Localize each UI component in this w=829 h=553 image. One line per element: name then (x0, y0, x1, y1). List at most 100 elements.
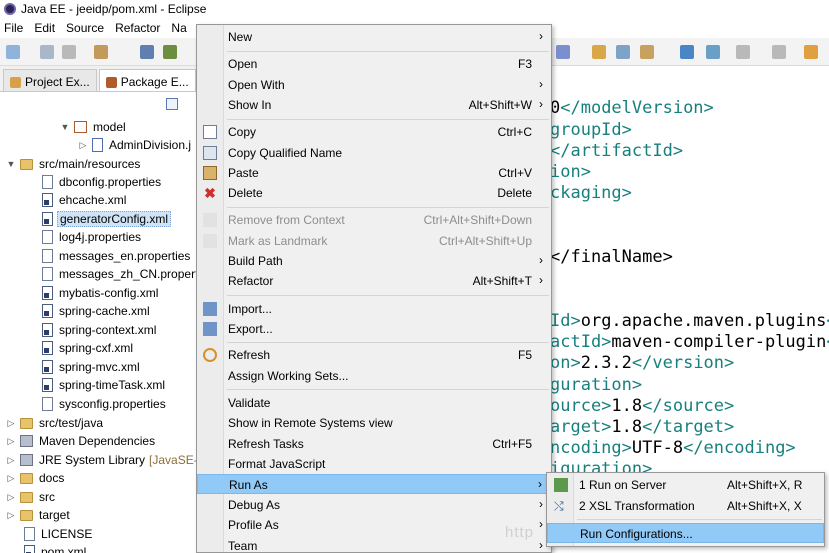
run-as-submenu: 1 Run on Server Alt+Shift+X, R ⤭ 2 XSL T… (546, 472, 825, 547)
tree-item[interactable]: ▷ src/test/java (6, 414, 105, 432)
menu-item-copy[interactable]: Copy Ctrl+C (197, 122, 551, 142)
new-icon[interactable] (6, 45, 20, 59)
menu-item-format-javascript[interactable]: Format JavaScript (197, 454, 551, 474)
menu-item-run-as[interactable]: Run As › (197, 474, 551, 494)
menu-item-paste[interactable]: Paste Ctrl+V (197, 163, 551, 183)
tab-package-explorer[interactable]: Package E... (98, 69, 196, 91)
menu-item-delete[interactable]: ✖ Delete Delete (197, 183, 551, 203)
server-icon[interactable] (556, 45, 570, 59)
tree-item[interactable]: sysconfig.properties (42, 395, 168, 413)
tree-item[interactable]: messages_en.properties (42, 247, 192, 265)
menu-item-open[interactable]: Open F3 (197, 54, 551, 74)
menu-source[interactable]: Source (66, 21, 104, 35)
menu-item-new[interactable]: New › (197, 27, 551, 47)
menu-item-team[interactable]: Team › (197, 536, 551, 553)
navigate-back-icon[interactable] (736, 45, 750, 59)
chevron-right-icon[interactable]: ▷ (6, 473, 16, 484)
properties-file-icon (42, 397, 53, 411)
arrow-left-icon[interactable] (804, 45, 818, 59)
submenu-item-run-configurations[interactable]: Run Configurations... (547, 523, 824, 543)
save-icon[interactable] (40, 45, 54, 59)
menu-file[interactable]: File (4, 21, 23, 35)
tree-item[interactable]: ehcache.xml (42, 191, 128, 209)
perspective-icon[interactable] (706, 45, 720, 59)
menu-item-copy-qualified-name[interactable]: Copy Qualified Name (197, 143, 551, 163)
xml-file-icon (42, 212, 53, 226)
tree-item[interactable]: spring-cache.xml (42, 302, 152, 320)
tree-item[interactable]: ▼ src/main/resources (6, 155, 142, 173)
menu-refactor[interactable]: Refactor (115, 21, 160, 35)
java-file-icon (92, 138, 103, 152)
menu-item-debug-as[interactable]: Debug As › (197, 495, 551, 515)
menu-item-refactor[interactable]: Refactor Alt+Shift+T › (197, 271, 551, 291)
debug-icon[interactable] (163, 45, 177, 59)
package-explorer-panel: Project Ex... Package E... ▼ model ▷ Adm… (0, 66, 205, 553)
import-icon (203, 302, 217, 316)
chevron-right-icon[interactable]: ▷ (6, 510, 16, 521)
chevron-right-icon[interactable]: ▷ (6, 492, 16, 503)
menu-edit[interactable]: Edit (34, 21, 55, 35)
web-browser-icon[interactable] (680, 45, 694, 59)
folder-icon (20, 158, 33, 170)
tree-item[interactable]: log4j.properties (42, 228, 143, 246)
xml-file-icon (42, 193, 53, 207)
tree-item[interactable]: spring-context.xml (42, 321, 158, 339)
menu-navigate[interactable]: Na (171, 21, 186, 35)
submenu-item-xsl-transformation[interactable]: ⤭ 2 XSL Transformation Alt+Shift+X, X (547, 496, 824, 516)
xml-file-icon (42, 304, 53, 318)
search-icon[interactable] (616, 45, 630, 59)
menu-item-show-in[interactable]: Show In Alt+Shift+W › (197, 95, 551, 115)
menu-separator (227, 295, 549, 296)
chevron-down-icon[interactable]: ▼ (6, 159, 16, 169)
tree-item-selected[interactable]: generatorConfig.xml (42, 210, 172, 228)
console-icon[interactable] (140, 45, 154, 59)
tree-item[interactable]: ▷ AdminDivision.j (78, 136, 193, 154)
delete-icon: ✖ (204, 185, 216, 201)
tab-project-explorer[interactable]: Project Ex... (3, 69, 97, 91)
properties-file-icon (42, 230, 53, 244)
chevron-right-icon[interactable]: ▷ (78, 140, 88, 151)
menu-item-export[interactable]: Export... (197, 319, 551, 339)
code-line: ncoding>UTF-8</encoding> (550, 438, 796, 458)
copy-icon (203, 125, 217, 139)
build-icon[interactable] (94, 45, 108, 59)
tree-item[interactable]: mybatis-config.xml (42, 284, 160, 302)
tree-item[interactable]: ▷ docs (6, 469, 66, 487)
folder-icon (20, 472, 33, 484)
menu-item-refresh-tasks[interactable]: Refresh Tasks Ctrl+F5 (197, 434, 551, 454)
submenu-item-run-on-server[interactable]: 1 Run on Server Alt+Shift+X, R (547, 475, 824, 495)
menu-item-validate[interactable]: Validate (197, 393, 551, 413)
chevron-right-icon[interactable]: ▷ (6, 418, 16, 429)
tree-item[interactable]: spring-cxf.xml (42, 339, 135, 357)
tree-item[interactable]: ▼ model (60, 118, 128, 136)
menu-item-show-in-remote-systems[interactable]: Show in Remote Systems view (197, 413, 551, 433)
chevron-right-icon: › (539, 538, 543, 552)
chevron-down-icon[interactable]: ▼ (60, 122, 70, 132)
tree-item[interactable]: ▷ target (6, 506, 72, 524)
menu-item-import[interactable]: Import... (197, 299, 551, 319)
menu-item-refresh[interactable]: Refresh F5 (197, 345, 551, 365)
menu-item-build-path[interactable]: Build Path › (197, 251, 551, 271)
tree-item[interactable]: ▷ src (6, 488, 57, 506)
menu-item-remove-from-context[interactable]: Remove from Context Ctrl+Alt+Shift+Down (197, 210, 551, 230)
tab-label: Project Ex... (25, 75, 90, 89)
tree-item[interactable]: messages_zh_CN.propert (42, 265, 200, 283)
tree-item[interactable]: pom.xml (24, 543, 88, 553)
open-type-icon[interactable] (592, 45, 606, 59)
print-icon[interactable] (62, 45, 76, 59)
menu-item-profile-as[interactable]: Profile As › (197, 515, 551, 535)
navigate-forward-icon[interactable] (772, 45, 786, 59)
collapse-all-icon[interactable] (166, 98, 178, 110)
tree-item[interactable]: LICENSE (24, 525, 94, 543)
chevron-right-icon[interactable]: ▷ (6, 455, 16, 466)
menu-item-open-with[interactable]: Open With › (197, 75, 551, 95)
tree-item[interactable]: ▷ JRE System Library [JavaSE-1 (6, 451, 206, 469)
menu-item-assign-working-sets[interactable]: Assign Working Sets... (197, 366, 551, 386)
tree-item[interactable]: spring-mvc.xml (42, 358, 142, 376)
menu-item-mark-as-landmark[interactable]: Mark as Landmark Ctrl+Alt+Shift+Up (197, 231, 551, 251)
tree-item[interactable]: ▷ Maven Dependencies (6, 432, 157, 450)
task-icon[interactable] (640, 45, 654, 59)
tree-item[interactable]: spring-timeTask.xml (42, 376, 167, 394)
tree-item[interactable]: dbconfig.properties (42, 173, 163, 191)
chevron-right-icon[interactable]: ▷ (6, 436, 16, 447)
